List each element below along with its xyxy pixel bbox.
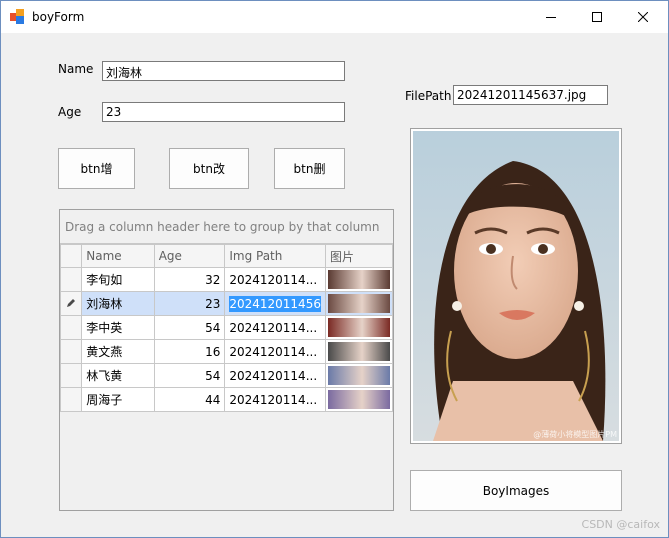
row-indicator[interactable] <box>59 315 83 340</box>
window-title: boyForm <box>32 10 85 24</box>
cell-name[interactable]: 刘海林 <box>81 291 155 316</box>
photo-caption: @薄荷小将模型图片PM <box>533 430 617 439</box>
cell-name[interactable]: 李旬如 <box>81 267 155 292</box>
cell-name[interactable]: 黄文燕 <box>81 339 155 364</box>
close-icon <box>638 12 648 22</box>
add-button[interactable]: btn增 <box>58 148 135 189</box>
age-label: Age <box>58 105 82 119</box>
cell-age[interactable]: 54 <box>153 363 226 388</box>
cell-age[interactable]: 44 <box>153 387 226 412</box>
app-grid-icon <box>10 9 26 25</box>
edit-button[interactable]: btn改 <box>169 148 249 189</box>
cell-image[interactable] <box>324 267 394 292</box>
table-row[interactable]: 李旬如 32 2024120114... <box>59 267 394 292</box>
row-indicator[interactable] <box>59 291 83 316</box>
row-indicator[interactable] <box>59 363 83 388</box>
maximize-button[interactable] <box>574 1 620 33</box>
cell-img-path[interactable]: 2024120114... <box>224 315 326 340</box>
column-header-image[interactable]: 图片 <box>324 244 394 268</box>
row-indicator-header <box>59 244 83 268</box>
cell-img-path[interactable]: 2024120114... <box>224 267 326 292</box>
filepath-field[interactable]: 20241201145637.jpg <box>453 85 608 105</box>
table-row[interactable]: 周海子 44 2024120114... <box>59 387 394 412</box>
cell-editor-text[interactable]: 202412011456 <box>229 295 321 312</box>
thumbnail-image <box>327 390 390 409</box>
cell-img-path[interactable]: 2024120114... <box>224 363 326 388</box>
thumbnail-image <box>327 366 390 385</box>
grid-header-row: Name Age Img Path 图片 <box>59 244 394 268</box>
maximize-icon <box>592 12 602 22</box>
table-row[interactable]: 林飞黄 54 2024120114... <box>59 363 394 388</box>
cell-image[interactable] <box>324 339 394 364</box>
cell-image[interactable] <box>324 315 394 340</box>
cell-img-path-editing[interactable]: 202412011456 <box>224 291 326 316</box>
filepath-label: FilePath <box>405 89 452 103</box>
minimize-icon <box>546 17 556 18</box>
close-button[interactable] <box>620 1 666 33</box>
row-indicator[interactable] <box>59 387 83 412</box>
photo-picturebox: @薄荷小将模型图片PM <box>410 128 622 444</box>
thumbnail-image <box>327 270 390 289</box>
delete-button[interactable]: btn删 <box>274 148 345 189</box>
cell-age[interactable]: 54 <box>153 315 226 340</box>
portrait-image <box>413 131 619 441</box>
cell-age[interactable]: 23 <box>153 291 226 316</box>
thumbnail-image <box>327 294 390 313</box>
cell-image[interactable] <box>324 387 394 412</box>
boy-images-button[interactable]: BoyImages <box>410 470 622 511</box>
cell-name[interactable]: 李中英 <box>81 315 155 340</box>
name-label: Name <box>58 62 94 76</box>
thumbnail-image <box>327 342 390 361</box>
age-field[interactable]: 23 <box>102 102 345 122</box>
name-field[interactable]: 刘海林 <box>102 61 345 81</box>
table-row[interactable]: 李中英 54 2024120114... <box>59 315 394 340</box>
column-header-img-path[interactable]: Img Path <box>224 244 326 268</box>
boyform-window: boyForm Name 刘海林 Age 23 FilePath 2024120… <box>0 0 669 538</box>
minimize-button[interactable] <box>528 1 574 33</box>
cell-age[interactable]: 16 <box>153 339 226 364</box>
data-grid[interactable]: Drag a column header here to group by th… <box>59 209 394 511</box>
pencil-icon <box>67 298 76 307</box>
title-bar[interactable]: boyForm <box>1 1 668 33</box>
cell-image[interactable] <box>324 363 394 388</box>
column-header-age[interactable]: Age <box>153 244 226 268</box>
cell-img-path[interactable]: 2024120114... <box>224 387 326 412</box>
cell-name[interactable]: 周海子 <box>81 387 155 412</box>
group-panel[interactable]: Drag a column header here to group by th… <box>60 210 393 244</box>
watermark: CSDN @caifox <box>581 518 660 531</box>
cell-age[interactable]: 32 <box>153 267 226 292</box>
row-indicator[interactable] <box>59 267 83 292</box>
cell-image[interactable] <box>324 291 394 316</box>
grid-table: Name Age Img Path 图片 李旬如 32 2024120114..… <box>59 244 394 412</box>
thumbnail-image <box>327 318 390 337</box>
column-header-name[interactable]: Name <box>81 244 155 268</box>
table-row-selected[interactable]: 刘海林 23 202412011456 <box>59 291 394 316</box>
cell-img-path[interactable]: 2024120114... <box>224 339 326 364</box>
row-indicator[interactable] <box>59 339 83 364</box>
cell-name[interactable]: 林飞黄 <box>81 363 155 388</box>
table-row[interactable]: 黄文燕 16 2024120114... <box>59 339 394 364</box>
